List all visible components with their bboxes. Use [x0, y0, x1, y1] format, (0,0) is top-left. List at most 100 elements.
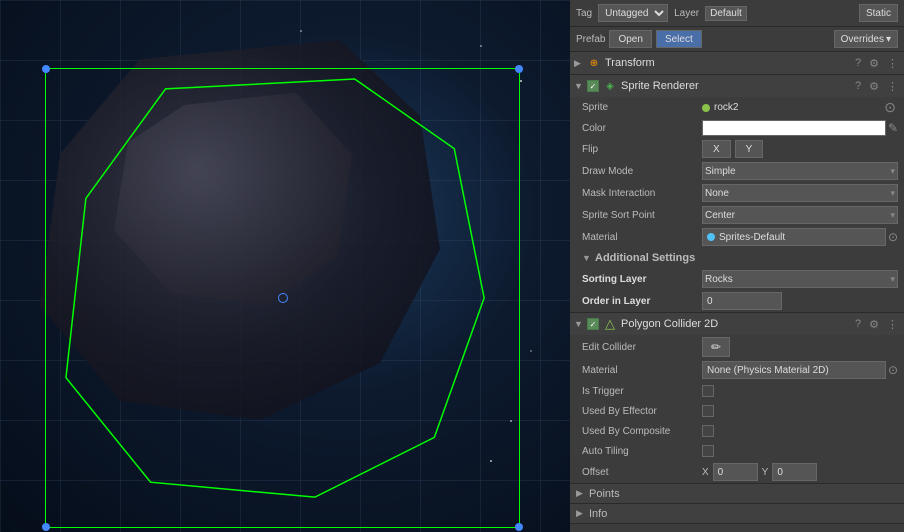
polygon-collider-settings-icon[interactable]: ⚙ — [867, 318, 881, 331]
collider-material-row: Material None (Physics Material 2D) ⊙ — [570, 359, 904, 381]
sprite-sort-point-label: Sprite Sort Point — [582, 210, 702, 221]
order-in-layer-value — [702, 292, 898, 310]
sprite-label: Sprite — [582, 102, 702, 113]
sprite-renderer-help-icon[interactable]: ? — [853, 80, 863, 92]
offset-y-input[interactable] — [772, 463, 817, 481]
sprite-sort-point-row: Sprite Sort Point Center ▾ — [570, 204, 904, 226]
top-bar: Tag Untagged Layer Default Static — [570, 0, 904, 27]
overrides-label: Overrides — [841, 34, 884, 45]
sprite-renderer-more-icon[interactable]: ⋮ — [885, 80, 900, 93]
transform-settings-icon[interactable]: ⚙ — [867, 57, 881, 70]
sorting-layer-text: Rocks — [705, 274, 733, 285]
offset-x-input[interactable] — [713, 463, 758, 481]
open-button[interactable]: Open — [609, 30, 651, 48]
mask-interaction-label: Mask Interaction — [582, 188, 702, 199]
material-select-icon[interactable]: ⊙ — [888, 230, 898, 244]
points-section[interactable]: ▶ Points — [570, 484, 904, 504]
transform-header-icons: ? ⚙ ⋮ — [853, 57, 900, 70]
sprite-pick-icon[interactable]: ⊙ — [882, 99, 898, 116]
used-by-effector-row: Used By Effector — [570, 401, 904, 421]
prefab-label: Prefab — [576, 34, 605, 45]
color-swatch[interactable] — [702, 120, 886, 136]
polygon-collider-checkbox[interactable]: ✓ — [587, 318, 599, 330]
sprite-row: Sprite rock2 ⊙ — [570, 97, 904, 118]
star — [480, 45, 482, 47]
sprite-sort-point-chevron-icon: ▾ — [890, 210, 895, 221]
order-in-layer-row: Order in Layer — [570, 290, 904, 312]
static-button[interactable]: Static — [859, 4, 898, 22]
sprite-renderer-checkbox[interactable]: ✓ — [587, 80, 599, 92]
is-trigger-checkbox[interactable] — [702, 385, 714, 397]
edit-collider-row: Edit Collider ✏ — [570, 335, 904, 359]
offset-row: Offset X Y — [570, 461, 904, 483]
offset-label: Offset — [582, 467, 702, 478]
auto-tiling-row: Auto Tiling — [570, 441, 904, 461]
used-by-effector-label: Used By Effector — [582, 406, 702, 417]
draw-mode-dropdown[interactable]: Simple ▾ — [702, 162, 898, 180]
info-collapse-icon: ▶ — [576, 508, 586, 519]
info-section[interactable]: ▶ Info — [570, 504, 904, 524]
offset-y-label: Y — [762, 467, 769, 478]
layer-value: Default — [705, 6, 747, 21]
sorting-layer-row: Sorting Layer Rocks ▾ — [570, 268, 904, 290]
inspector-panel: Tag Untagged Layer Default Static Prefab… — [570, 0, 904, 532]
used-by-composite-label: Used By Composite — [582, 426, 702, 437]
auto-tiling-checkbox[interactable] — [702, 445, 714, 457]
polygon-collider-more-icon[interactable]: ⋮ — [885, 318, 900, 331]
tag-label: Tag — [576, 8, 592, 19]
star — [510, 420, 512, 422]
flip-buttons: X Y — [702, 140, 763, 158]
additional-settings-header[interactable]: ▼ Additional Settings — [570, 248, 904, 268]
transform-more-icon[interactable]: ⋮ — [885, 57, 900, 70]
mask-interaction-dropdown[interactable]: None ▾ — [702, 184, 898, 202]
polygon-collider-help-icon[interactable]: ? — [853, 318, 863, 330]
tag-select[interactable]: Untagged — [598, 4, 668, 22]
transform-help-icon[interactable]: ? — [853, 57, 863, 69]
draw-mode-text: Simple — [705, 166, 736, 177]
transform-title: Transform — [605, 57, 853, 69]
material-label: Material — [582, 232, 702, 243]
used-by-composite-row: Used By Composite — [570, 421, 904, 441]
sprite-renderer-header[interactable]: ▼ ✓ ◈ Sprite Renderer ? ⚙ ⋮ — [570, 75, 904, 97]
used-by-effector-value — [702, 405, 898, 417]
transform-icon: ⊕ — [587, 56, 601, 70]
flip-row: Flip X Y — [570, 138, 904, 160]
offset-x-label: X — [702, 467, 709, 478]
sprite-sort-point-value: Center ▾ — [702, 206, 898, 224]
mask-interaction-chevron-icon: ▾ — [890, 188, 895, 199]
collider-material-ref: None (Physics Material 2D) — [702, 361, 886, 379]
sprite-renderer-component: ▼ ✓ ◈ Sprite Renderer ? ⚙ ⋮ Sprite rock2… — [570, 75, 904, 313]
info-label: Info — [589, 508, 607, 520]
color-value: ✎ — [702, 120, 898, 136]
sorting-layer-value: Rocks ▾ — [702, 270, 898, 288]
flip-x-button[interactable]: X — [702, 140, 731, 158]
edit-collider-button[interactable]: ✏ — [702, 337, 730, 357]
flip-y-button[interactable]: Y — [735, 140, 764, 158]
collider-material-select-icon[interactable]: ⊙ — [888, 363, 898, 377]
transform-header[interactable]: ▶ ⊕ Transform ? ⚙ ⋮ — [570, 52, 904, 74]
polygon-collider-header[interactable]: ▼ ✓ △ Polygon Collider 2D ? ⚙ ⋮ — [570, 313, 904, 335]
edit-collider-label: Edit Collider — [582, 342, 702, 353]
star — [300, 30, 302, 32]
used-by-composite-checkbox[interactable] — [702, 425, 714, 437]
sprite-renderer-settings-icon[interactable]: ⚙ — [867, 80, 881, 93]
overrides-button[interactable]: Overrides ▾ — [834, 30, 898, 48]
sprite-renderer-collapse-icon: ▼ — [574, 81, 584, 91]
flip-label: Flip — [582, 144, 702, 155]
color-row: Color ✎ — [570, 118, 904, 138]
draw-mode-value: Simple ▾ — [702, 162, 898, 180]
star — [520, 80, 522, 82]
used-by-effector-checkbox[interactable] — [702, 405, 714, 417]
select-button[interactable]: Select — [656, 30, 702, 48]
sprite-ref: rock2 ⊙ — [702, 99, 898, 116]
sorting-layer-dropdown[interactable]: Rocks ▾ — [702, 270, 898, 288]
sprite-sort-point-dropdown[interactable]: Center ▾ — [702, 206, 898, 224]
material-row: Material Sprites-Default ⊙ — [570, 226, 904, 248]
mask-interaction-row: Mask Interaction None ▾ — [570, 182, 904, 204]
order-in-layer-input[interactable] — [702, 292, 782, 310]
color-picker-icon[interactable]: ✎ — [888, 121, 898, 135]
sorting-layer-chevron-icon: ▾ — [890, 274, 895, 285]
polygon-collider-collapse-icon: ▼ — [574, 319, 584, 329]
collider-material-value: None (Physics Material 2D) ⊙ — [702, 361, 898, 379]
points-label: Points — [589, 488, 620, 500]
